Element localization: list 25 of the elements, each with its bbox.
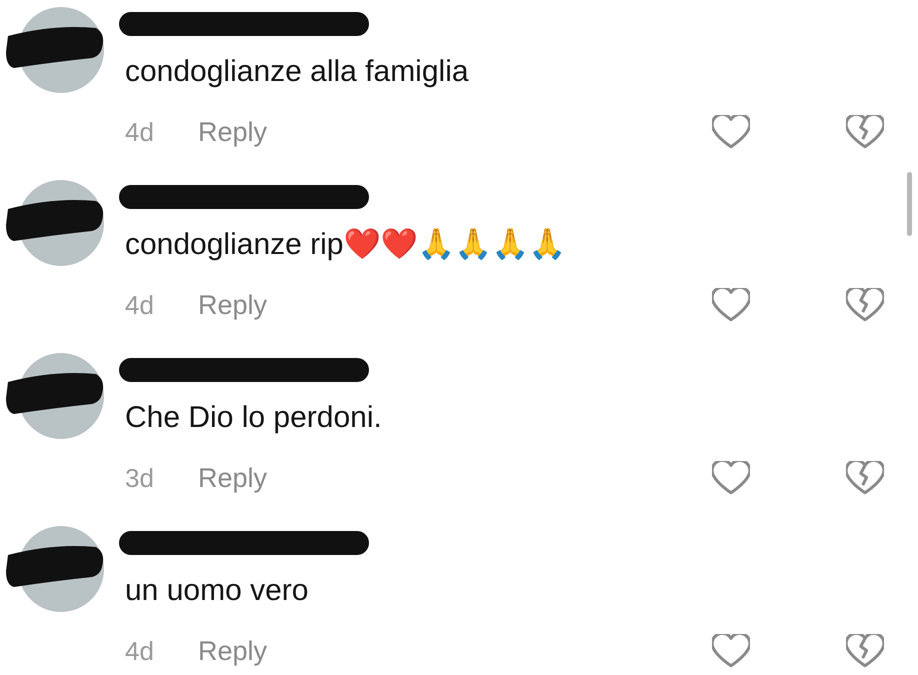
comment-age: 4d [125, 116, 155, 148]
comment-age: 4d [125, 290, 155, 320]
like-heart-icon[interactable] [712, 634, 750, 668]
broken-heart-icon[interactable] [846, 461, 884, 495]
like-heart-icon[interactable] [712, 288, 750, 322]
broken-heart-icon[interactable] [846, 115, 884, 149]
broken-heart-icon[interactable] [846, 634, 884, 668]
scrollbar[interactable] [907, 172, 912, 236]
broken-heart-icon[interactable] [846, 288, 884, 322]
reply-link[interactable]: Reply [198, 462, 268, 494]
reply-link[interactable]: Reply [198, 290, 268, 320]
like-heart-icon[interactable] [712, 115, 750, 149]
redacted-avatar-drawing[interactable] [4, 179, 104, 267]
comment-text: Che Dio lo perdoni. [125, 400, 383, 436]
redacted-avatar-drawing[interactable] [4, 525, 104, 613]
like-heart-icon[interactable] [712, 461, 750, 495]
comment-text: un uomo vero [125, 573, 310, 609]
reply-link[interactable]: Reply [198, 636, 268, 666]
comment-age: 3d [125, 462, 155, 494]
comment-age: 4d [125, 636, 155, 666]
redacted-avatar-drawing[interactable] [4, 6, 104, 94]
redacted-avatar-drawing[interactable] [4, 352, 104, 440]
reply-link[interactable]: Reply [198, 116, 268, 148]
comment-text: condoglianze rip❤❤🙏🙏🙏🙏 [125, 227, 566, 263]
comment-text: condoglianze alla famiglia [125, 54, 470, 90]
